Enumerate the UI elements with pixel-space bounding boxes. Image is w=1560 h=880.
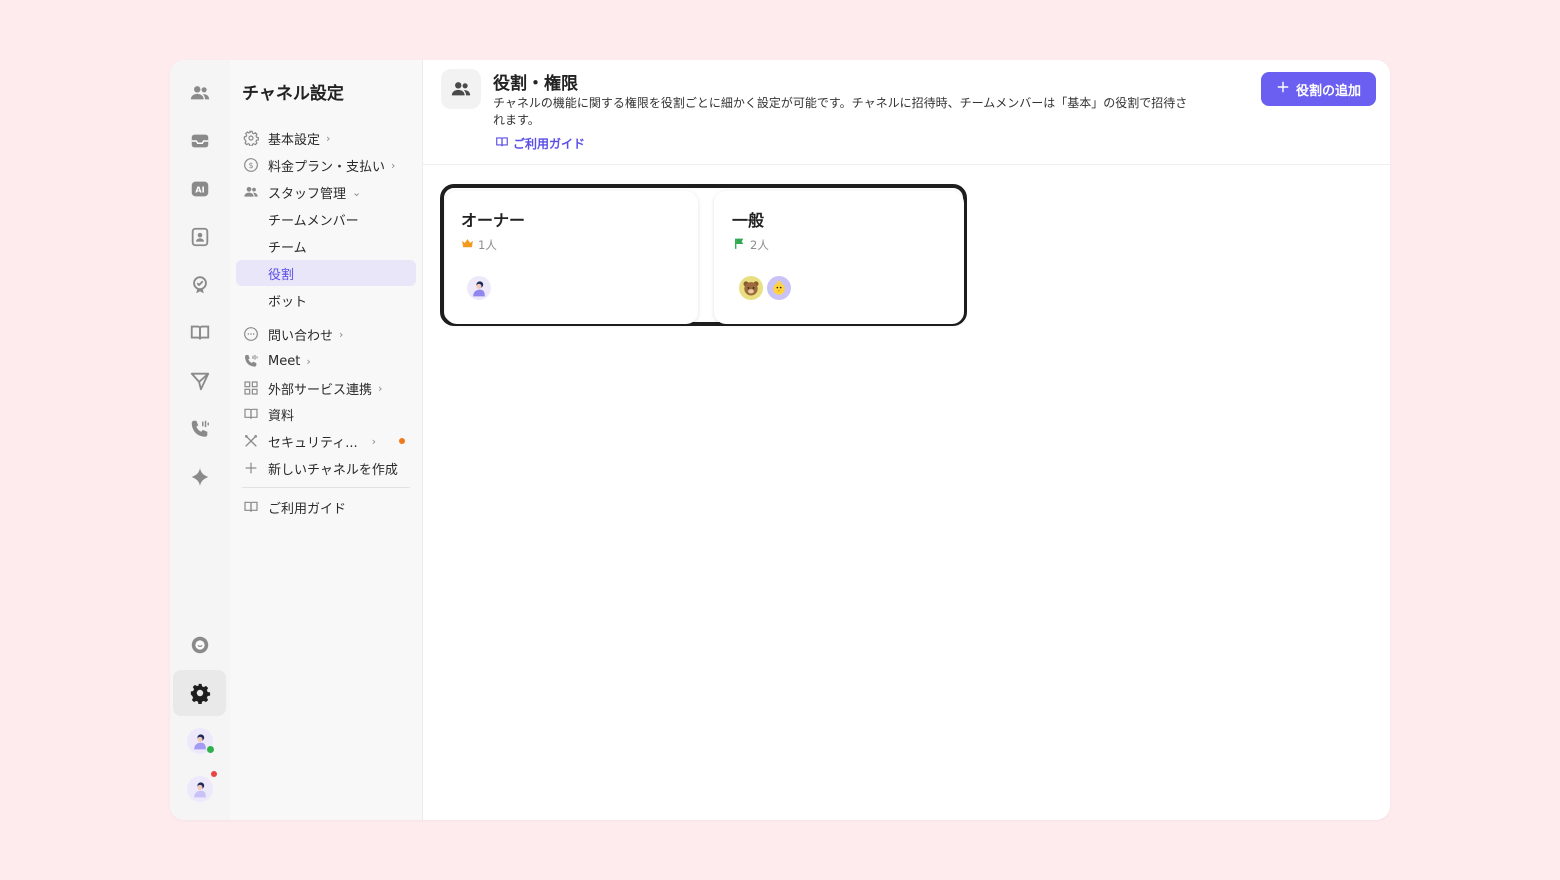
role-card-general[interactable]: 一般 2人 <box>714 191 964 324</box>
book-icon <box>242 405 260 423</box>
tools-icon <box>242 432 260 450</box>
chevron-right-icon: › <box>378 381 383 395</box>
role-name: オーナー <box>461 211 526 230</box>
channel-chat-icon[interactable] <box>173 622 226 668</box>
people-icon <box>441 69 481 109</box>
svg-text:AI: AI <box>195 185 204 195</box>
chevron-right-icon: › <box>391 158 396 172</box>
send-icon[interactable] <box>173 358 226 404</box>
icon-rail: AI <box>170 60 231 820</box>
role-avatars <box>739 276 791 300</box>
plus-icon <box>242 459 260 477</box>
phone-icon <box>242 352 260 370</box>
page-title: 役割・権限 <box>493 74 578 94</box>
role-member-count: 1人 <box>461 237 497 253</box>
add-role-label: 役割の追加 <box>1295 83 1361 99</box>
chat-icon <box>242 325 260 343</box>
crown-icon <box>461 237 474 253</box>
sidebar-item-staff[interactable]: スタッフ管理 ⌄ <box>236 179 416 205</box>
sidebar-item-label: 役割 <box>268 267 295 283</box>
contact-icon[interactable] <box>173 214 226 260</box>
sidebar-item-label: 資料 <box>268 408 295 424</box>
sidebar-item-label: ご利用ガイド <box>268 501 347 517</box>
ai-icon[interactable]: AI <box>173 166 226 212</box>
page-description: チャネルの機能に関する権限を役割ごとに細かく設定が可能です。チャネルに招待時、チ… <box>493 96 1188 127</box>
role-member-count: 2人 <box>733 237 769 253</box>
settings-sidebar: チャネル設定 基本設定 › $ 料金プラン・支払い › スタッフ管理 ⌄ チーム… <box>230 60 423 820</box>
sidebar-item-label: 新しいチャネルを作成 <box>268 462 398 478</box>
svg-text:$: $ <box>248 161 253 170</box>
people-icon[interactable] <box>173 70 226 116</box>
sidebar-item-label: セキュリティ... <box>268 435 358 451</box>
phone-icon[interactable] <box>173 406 226 452</box>
sidebar-item-roles[interactable]: 役割 <box>236 260 416 286</box>
bear-avatar <box>739 276 763 300</box>
sparkle-icon[interactable] <box>173 454 226 500</box>
sidebar-item-label: 外部サービス連携 <box>268 382 373 398</box>
flag-icon <box>733 237 746 253</box>
plus-icon <box>1276 80 1290 98</box>
guide-link[interactable]: ご利用ガイド <box>495 135 585 152</box>
sidebar-item-new-channel[interactable]: 新しいチャネルを作成 <box>236 455 416 481</box>
role-count-text: 2人 <box>750 238 769 252</box>
sidebar-item-documents[interactable]: 資料 <box>236 401 416 427</box>
inbox-icon[interactable] <box>173 118 226 164</box>
book-icon <box>495 135 509 152</box>
page-header: 役割・権限 チャネルの機能に関する権限を役割ごとに細かく設定が可能です。チャネル… <box>422 60 1390 165</box>
sidebar-item-team[interactable]: チーム <box>236 233 416 259</box>
role-avatars <box>467 276 491 300</box>
book-icon <box>242 498 260 516</box>
sidebar-item-meet[interactable]: Meet › <box>236 348 416 374</box>
chevron-down-icon: ⌄ <box>352 185 362 199</box>
badge-check-icon[interactable] <box>173 262 226 308</box>
sidebar-item-integrations[interactable]: 外部サービス連携 › <box>236 375 416 401</box>
online-status-dot <box>206 746 214 753</box>
sidebar-item-label: スタッフ管理 <box>268 186 347 202</box>
sidebar-item-label: 問い合わせ <box>268 328 334 344</box>
settings-gear-icon[interactable] <box>173 670 226 716</box>
sidebar-item-inquiries[interactable]: 問い合わせ › <box>236 321 416 347</box>
role-card-owner[interactable]: オーナー 1人 <box>445 191 698 324</box>
sidebar-title: チャネル設定 <box>242 84 344 104</box>
role-name: 一般 <box>732 211 765 230</box>
sidebar-item-label: ボット <box>268 294 308 310</box>
dollar-icon: $ <box>242 156 260 174</box>
sidebar-item-basic-settings[interactable]: 基本設定 › <box>236 125 416 151</box>
grid-icon <box>242 379 260 397</box>
app-window: AI チャネル設定 基本設定 › $ 料金プラン・支払い › スタッフ管理 ⌄ … <box>170 60 1390 820</box>
sidebar-item-guide[interactable]: ご利用ガイド <box>236 494 416 520</box>
account-avatar[interactable] <box>173 766 226 812</box>
sidebar-item-label: 基本設定 <box>268 132 321 148</box>
add-role-button[interactable]: 役割の追加 <box>1261 72 1376 106</box>
sidebar-item-label: チームメンバー <box>268 213 359 229</box>
chevron-right-icon: › <box>326 131 331 145</box>
sidebar-item-billing[interactable]: $ 料金プラン・支払い › <box>236 152 416 178</box>
chevron-right-icon: › <box>306 354 311 368</box>
chevron-right-icon: › <box>339 327 344 341</box>
notification-dot <box>210 771 217 777</box>
member-avatar <box>467 276 491 300</box>
role-count-text: 1人 <box>478 238 497 252</box>
sidebar-item-security[interactable]: セキュリティ... › <box>236 428 416 454</box>
gear-icon <box>242 129 260 147</box>
user-avatar[interactable] <box>173 718 226 764</box>
book-open-icon[interactable] <box>173 310 226 356</box>
main-content: 役割・権限 チャネルの機能に関する権限を役割ごとに細かく設定が可能です。チャネル… <box>422 60 1390 820</box>
sidebar-item-team-members[interactable]: チームメンバー <box>236 206 416 232</box>
sidebar-item-label: チーム <box>268 240 307 256</box>
sidebar-item-label: Meet <box>268 353 301 369</box>
notice-dot <box>399 438 405 444</box>
sidebar-divider <box>242 487 410 488</box>
guide-link-label: ご利用ガイド <box>513 137 586 151</box>
chick-avatar <box>767 276 791 300</box>
people-icon <box>242 183 260 201</box>
sidebar-item-bots[interactable]: ボット <box>236 287 416 313</box>
sidebar-item-label: 料金プラン・支払い <box>268 159 386 175</box>
chevron-right-icon: › <box>371 434 377 448</box>
